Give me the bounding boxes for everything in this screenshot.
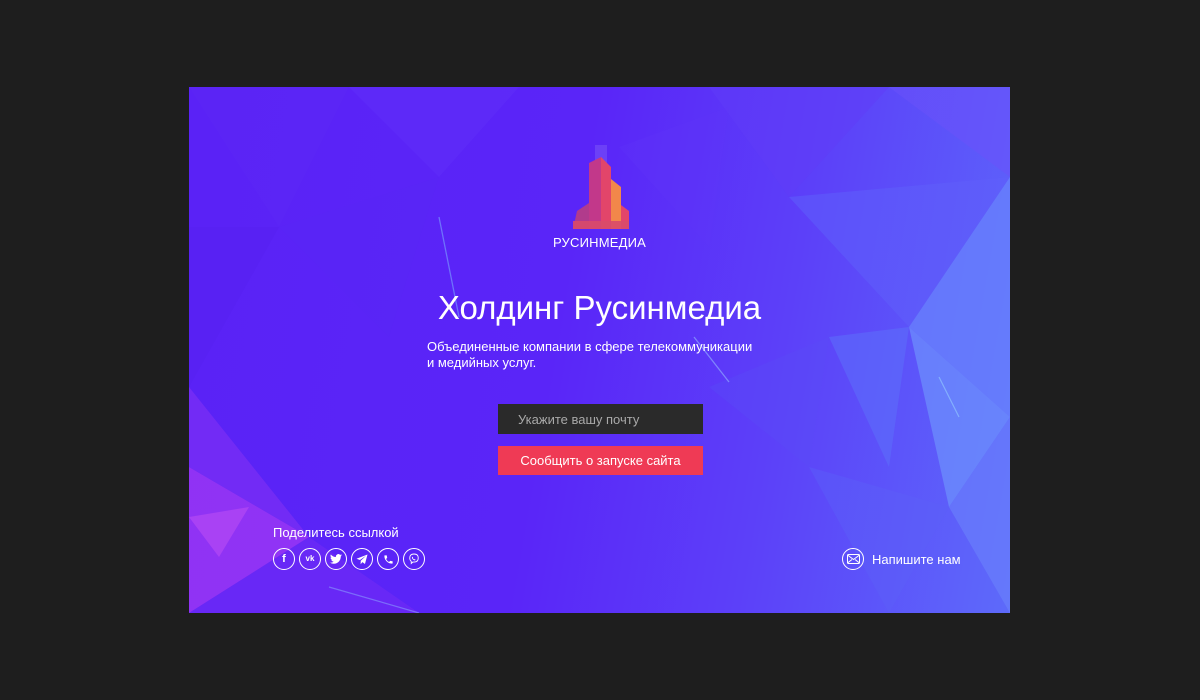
share-label: Поделитесь ссылкой: [273, 525, 399, 540]
email-input[interactable]: [498, 404, 703, 434]
contact-link[interactable]: Напишите нам: [842, 548, 961, 570]
facebook-icon[interactable]: f: [273, 548, 295, 570]
page-subtitle: Объединенные компании в сфере телекоммун…: [427, 339, 787, 371]
building-logo-icon: [555, 145, 645, 231]
telegram-icon[interactable]: [351, 548, 373, 570]
share-links: f vk: [273, 548, 425, 570]
subtitle-line-2: и медийных услуг.: [427, 355, 537, 370]
notify-launch-button[interactable]: Сообщить о запуске сайта: [498, 446, 703, 475]
phone-icon[interactable]: [377, 548, 399, 570]
vk-icon[interactable]: vk: [299, 548, 321, 570]
brand-name: РУСИНМЕДИА: [552, 235, 647, 250]
landing-card: РУСИНМЕДИА Холдинг Русинмедиа Объединенн…: [189, 87, 1010, 613]
subtitle-line-1: Объединенные компании в сфере телекоммун…: [427, 339, 753, 354]
mail-icon: [842, 548, 864, 570]
contact-label: Напишите нам: [872, 551, 961, 567]
twitter-icon[interactable]: [325, 548, 347, 570]
facebook-glyph: f: [282, 552, 286, 565]
page-title: Холдинг Русинмедиа: [437, 289, 762, 326]
vk-glyph: vk: [305, 554, 315, 563]
viber-icon[interactable]: [403, 548, 425, 570]
